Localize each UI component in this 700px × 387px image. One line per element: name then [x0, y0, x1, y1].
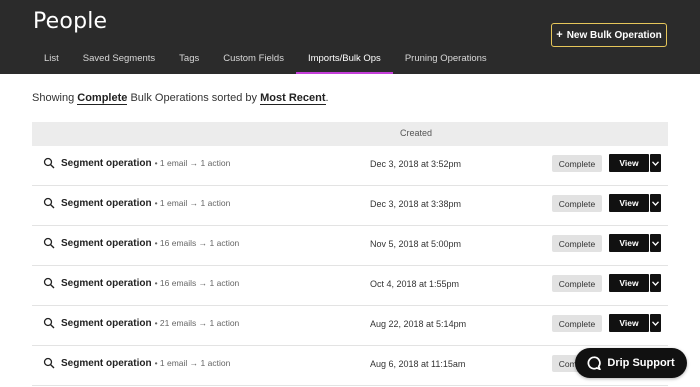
- chevron-down-icon: [652, 320, 659, 326]
- row-actions-dropdown[interactable]: [650, 274, 661, 292]
- operation-name[interactable]: Segment operation • 21 emails → 1 action: [61, 318, 239, 329]
- status-badge: Complete: [552, 315, 602, 332]
- column-header-created: Created: [400, 128, 433, 138]
- operation-meta: • 16 emails → 1 action: [154, 278, 240, 288]
- tab-saved-segments[interactable]: Saved Segments: [71, 48, 167, 74]
- summary-line: Showing Complete Bulk Operations sorted …: [32, 92, 329, 105]
- created-date: Dec 3, 2018 at 3:52pm: [370, 159, 462, 169]
- operation-title: Segment operation: [61, 318, 152, 329]
- operation-meta: • 1 email → 1 action: [154, 158, 231, 168]
- tab-pruning-operations[interactable]: Pruning Operations: [393, 48, 499, 74]
- chevron-down-icon: [652, 240, 659, 246]
- table-row: Segment operation • 1 email → 1 action Dec…: [32, 146, 668, 186]
- tab-imports-bulk-ops[interactable]: Imports/Bulk Ops: [295, 48, 393, 74]
- table-row: Segment operation • 1 email → 1 action Aug…: [32, 346, 668, 386]
- operation-meta: • 21 emails → 1 action: [154, 318, 240, 328]
- table-row: Segment operation • 21 emails → 1 action A…: [32, 306, 668, 346]
- operation-title: Segment operation: [61, 238, 152, 249]
- created-date: Nov 5, 2018 at 5:00pm: [370, 239, 462, 249]
- view-button[interactable]: View: [609, 154, 649, 172]
- top-bar: People + New Bulk Operation List Saved S…: [0, 0, 700, 74]
- search-icon[interactable]: [43, 197, 55, 209]
- view-button[interactable]: View: [609, 194, 649, 212]
- tab-bar: List Saved Segments Tags Custom Fields I…: [32, 48, 499, 74]
- view-button[interactable]: View: [609, 234, 649, 252]
- chevron-down-icon: [652, 280, 659, 286]
- operation-meta: • 16 emails → 1 action: [154, 238, 240, 248]
- operation-title: Segment operation: [61, 198, 152, 209]
- chevron-down-icon: [652, 160, 659, 166]
- created-date: Aug 22, 2018 at 5:14pm: [370, 319, 467, 329]
- created-date: Oct 4, 2018 at 1:55pm: [370, 279, 460, 289]
- operation-title: Segment operation: [61, 278, 152, 289]
- operation-title: Segment operation: [61, 158, 152, 169]
- summary-middle: Bulk Operations sorted by: [130, 92, 258, 104]
- new-bulk-operation-label: New Bulk Operation: [566, 29, 662, 41]
- status-filter-link[interactable]: Complete: [77, 92, 128, 105]
- drip-support-button[interactable]: Drip Support: [575, 348, 687, 378]
- table-row: Segment operation • 16 emails → 1 action O…: [32, 266, 668, 306]
- search-icon[interactable]: [43, 277, 55, 289]
- chevron-down-icon: [652, 200, 659, 206]
- operation-name[interactable]: Segment operation • 1 email → 1 action: [61, 158, 230, 169]
- new-bulk-operation-button[interactable]: + New Bulk Operation: [551, 23, 667, 47]
- operation-name[interactable]: Segment operation • 1 email → 1 action: [61, 358, 230, 369]
- search-icon[interactable]: [43, 157, 55, 169]
- summary-suffix: .: [325, 92, 329, 104]
- operation-meta: • 1 email → 1 action: [154, 358, 231, 368]
- page-title: People: [33, 9, 108, 34]
- table-row: Segment operation • 1 email → 1 action Dec…: [32, 186, 668, 226]
- operation-title: Segment operation: [61, 358, 152, 369]
- table-header: Created: [32, 122, 668, 146]
- row-actions-dropdown[interactable]: [650, 194, 661, 212]
- created-date: Dec 3, 2018 at 3:38pm: [370, 199, 462, 209]
- table-row: Segment operation • 16 emails → 1 action N…: [32, 226, 668, 266]
- tab-tags[interactable]: Tags: [167, 48, 211, 74]
- drip-support-label: Drip Support: [607, 357, 675, 369]
- search-icon[interactable]: [43, 317, 55, 329]
- status-badge: Complete: [552, 155, 602, 172]
- view-button[interactable]: View: [609, 314, 649, 332]
- created-date: Aug 6, 2018 at 11:15am: [370, 359, 466, 369]
- sort-order-link[interactable]: Most Recent: [260, 92, 326, 105]
- plus-icon: +: [556, 29, 563, 41]
- search-icon[interactable]: [43, 237, 55, 249]
- status-badge: Complete: [552, 195, 602, 212]
- operation-name[interactable]: Segment operation • 16 emails → 1 action: [61, 278, 239, 289]
- search-icon[interactable]: [43, 357, 55, 369]
- row-actions-dropdown[interactable]: [650, 314, 661, 332]
- view-button[interactable]: View: [609, 274, 649, 292]
- operation-meta: • 1 email → 1 action: [154, 198, 231, 208]
- operation-name[interactable]: Segment operation • 1 email → 1 action: [61, 198, 230, 209]
- summary-prefix: Showing: [32, 92, 75, 104]
- operation-name[interactable]: Segment operation • 16 emails → 1 action: [61, 238, 239, 249]
- status-badge: Complete: [552, 235, 602, 252]
- status-badge: Complete: [552, 275, 602, 292]
- chat-bubble-icon: [587, 356, 602, 370]
- row-actions-dropdown[interactable]: [650, 234, 661, 252]
- row-actions-dropdown[interactable]: [650, 154, 661, 172]
- tab-custom-fields[interactable]: Custom Fields: [211, 48, 296, 74]
- tab-list[interactable]: List: [32, 48, 71, 74]
